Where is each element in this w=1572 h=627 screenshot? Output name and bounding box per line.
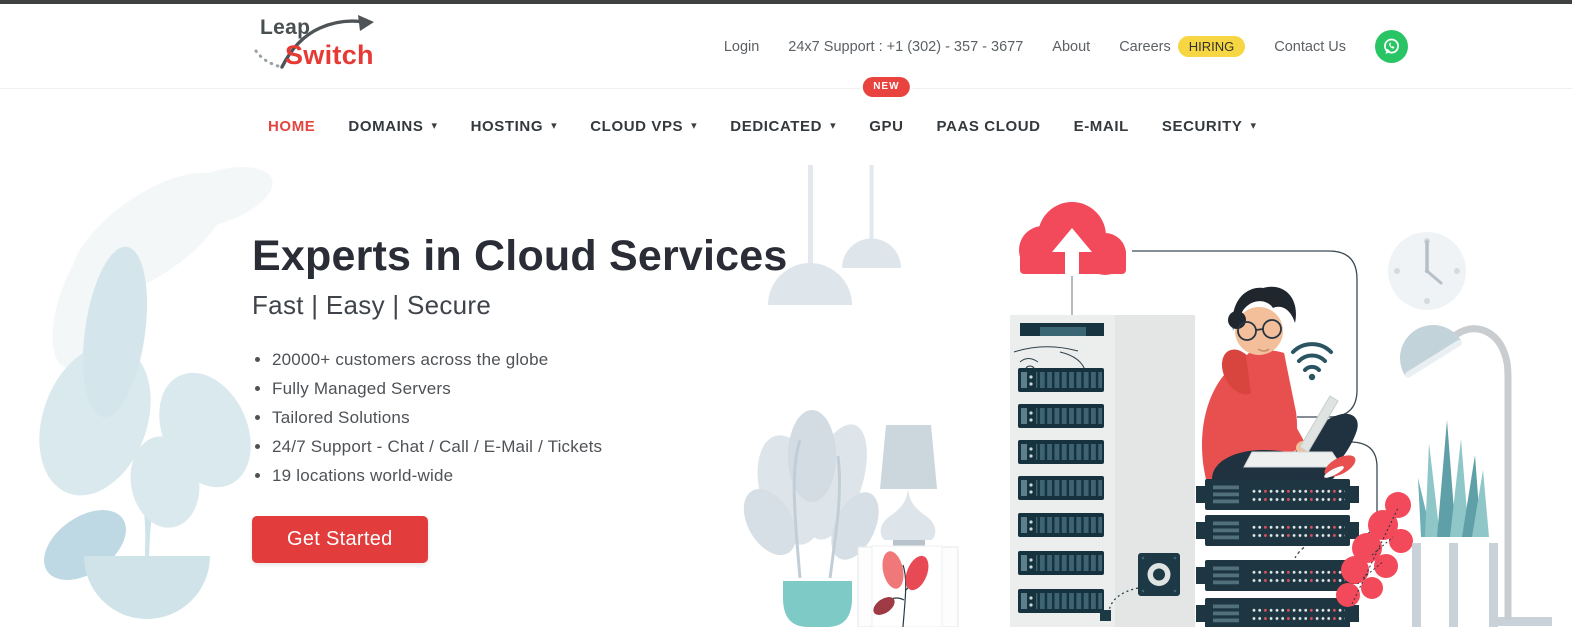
nav-item-email[interactable]: E-MAIL <box>1074 118 1129 135</box>
top-menu: Login 24x7 Support : +1 (302) - 357 - 36… <box>724 4 1408 89</box>
page: Leap Switch Login 24x7 Support : +1 (302… <box>0 0 1572 627</box>
logo[interactable]: Leap Switch <box>248 14 408 80</box>
nav-item-security[interactable]: SECURITY ▾ <box>1162 118 1257 135</box>
hero-bullet: 24/7 Support - Chat / Call / E-Mail / Ti… <box>272 432 912 461</box>
nav-item-hosting[interactable]: HOSTING ▾ <box>471 118 558 135</box>
hero-bullet-list: 20000+ customers across the globe Fully … <box>252 345 912 490</box>
nav-item-home[interactable]: HOME <box>268 118 315 135</box>
logo-text-switch: Switch <box>285 40 374 70</box>
whatsapp-button[interactable] <box>1375 30 1408 63</box>
nav-label: GPU <box>869 118 904 135</box>
hiring-badge: HIRING <box>1177 36 1246 57</box>
hero-bullet: Tailored Solutions <box>272 403 912 432</box>
header: Leap Switch Login 24x7 Support : +1 (302… <box>0 4 1572 89</box>
hero-bullet: Fully Managed Servers <box>272 374 912 403</box>
hero-section: Experts in Cloud Services Fast | Easy | … <box>252 232 912 564</box>
nav-item-dedicated[interactable]: DEDICATED ▾ <box>730 118 836 135</box>
contact-us-link[interactable]: Contact Us <box>1274 39 1346 55</box>
support-phone-link[interactable]: 24x7 Support : +1 (302) - 357 - 3677 <box>788 39 1023 55</box>
login-link[interactable]: Login <box>724 39 759 55</box>
nav-label: HOSTING <box>470 118 544 135</box>
whatsapp-icon <box>1384 38 1399 54</box>
get-started-button[interactable]: Get Started <box>252 516 428 564</box>
wifi-icon <box>1291 342 1333 372</box>
top-border <box>0 0 1572 4</box>
nav-label: DOMAINS <box>348 118 424 135</box>
chevron-down-icon: ▾ <box>551 120 558 132</box>
nav-item-paas-cloud[interactable]: PAAS CLOUD <box>937 118 1041 135</box>
clock-icon <box>1388 232 1466 310</box>
chevron-down-icon: ▾ <box>830 120 837 132</box>
hero-subtitle: Fast | Easy | Secure <box>252 290 492 321</box>
nav-label: DEDICATED <box>730 118 823 135</box>
careers-label: Careers <box>1119 38 1171 55</box>
careers-link[interactable]: Careers HIRING <box>1119 36 1246 57</box>
page-title: Experts in Cloud Services <box>252 232 788 280</box>
nav-item-domains[interactable]: DOMAINS ▾ <box>348 118 437 135</box>
nav-label: SECURITY <box>1161 118 1243 135</box>
chevron-down-icon: ▾ <box>431 120 438 132</box>
hero-bullet: 20000+ customers across the globe <box>272 345 912 374</box>
nav-item-gpu[interactable]: NEW GPU <box>863 77 910 135</box>
main-nav: HOME DOMAINS ▾ HOSTING ▾ CLOUD VPS ▾ DED… <box>0 77 1572 164</box>
chevron-down-icon: ▾ <box>691 120 698 132</box>
new-badge: NEW <box>863 77 910 97</box>
chevron-down-icon: ▾ <box>1250 120 1257 132</box>
nav-label: CLOUD VPS <box>590 118 684 135</box>
about-link[interactable]: About <box>1052 39 1090 55</box>
nav-item-cloud-vps[interactable]: CLOUD VPS ▾ <box>590 118 697 135</box>
logo-text-leap: Leap <box>260 16 311 39</box>
hero-bullet: 19 locations world-wide <box>272 461 912 490</box>
